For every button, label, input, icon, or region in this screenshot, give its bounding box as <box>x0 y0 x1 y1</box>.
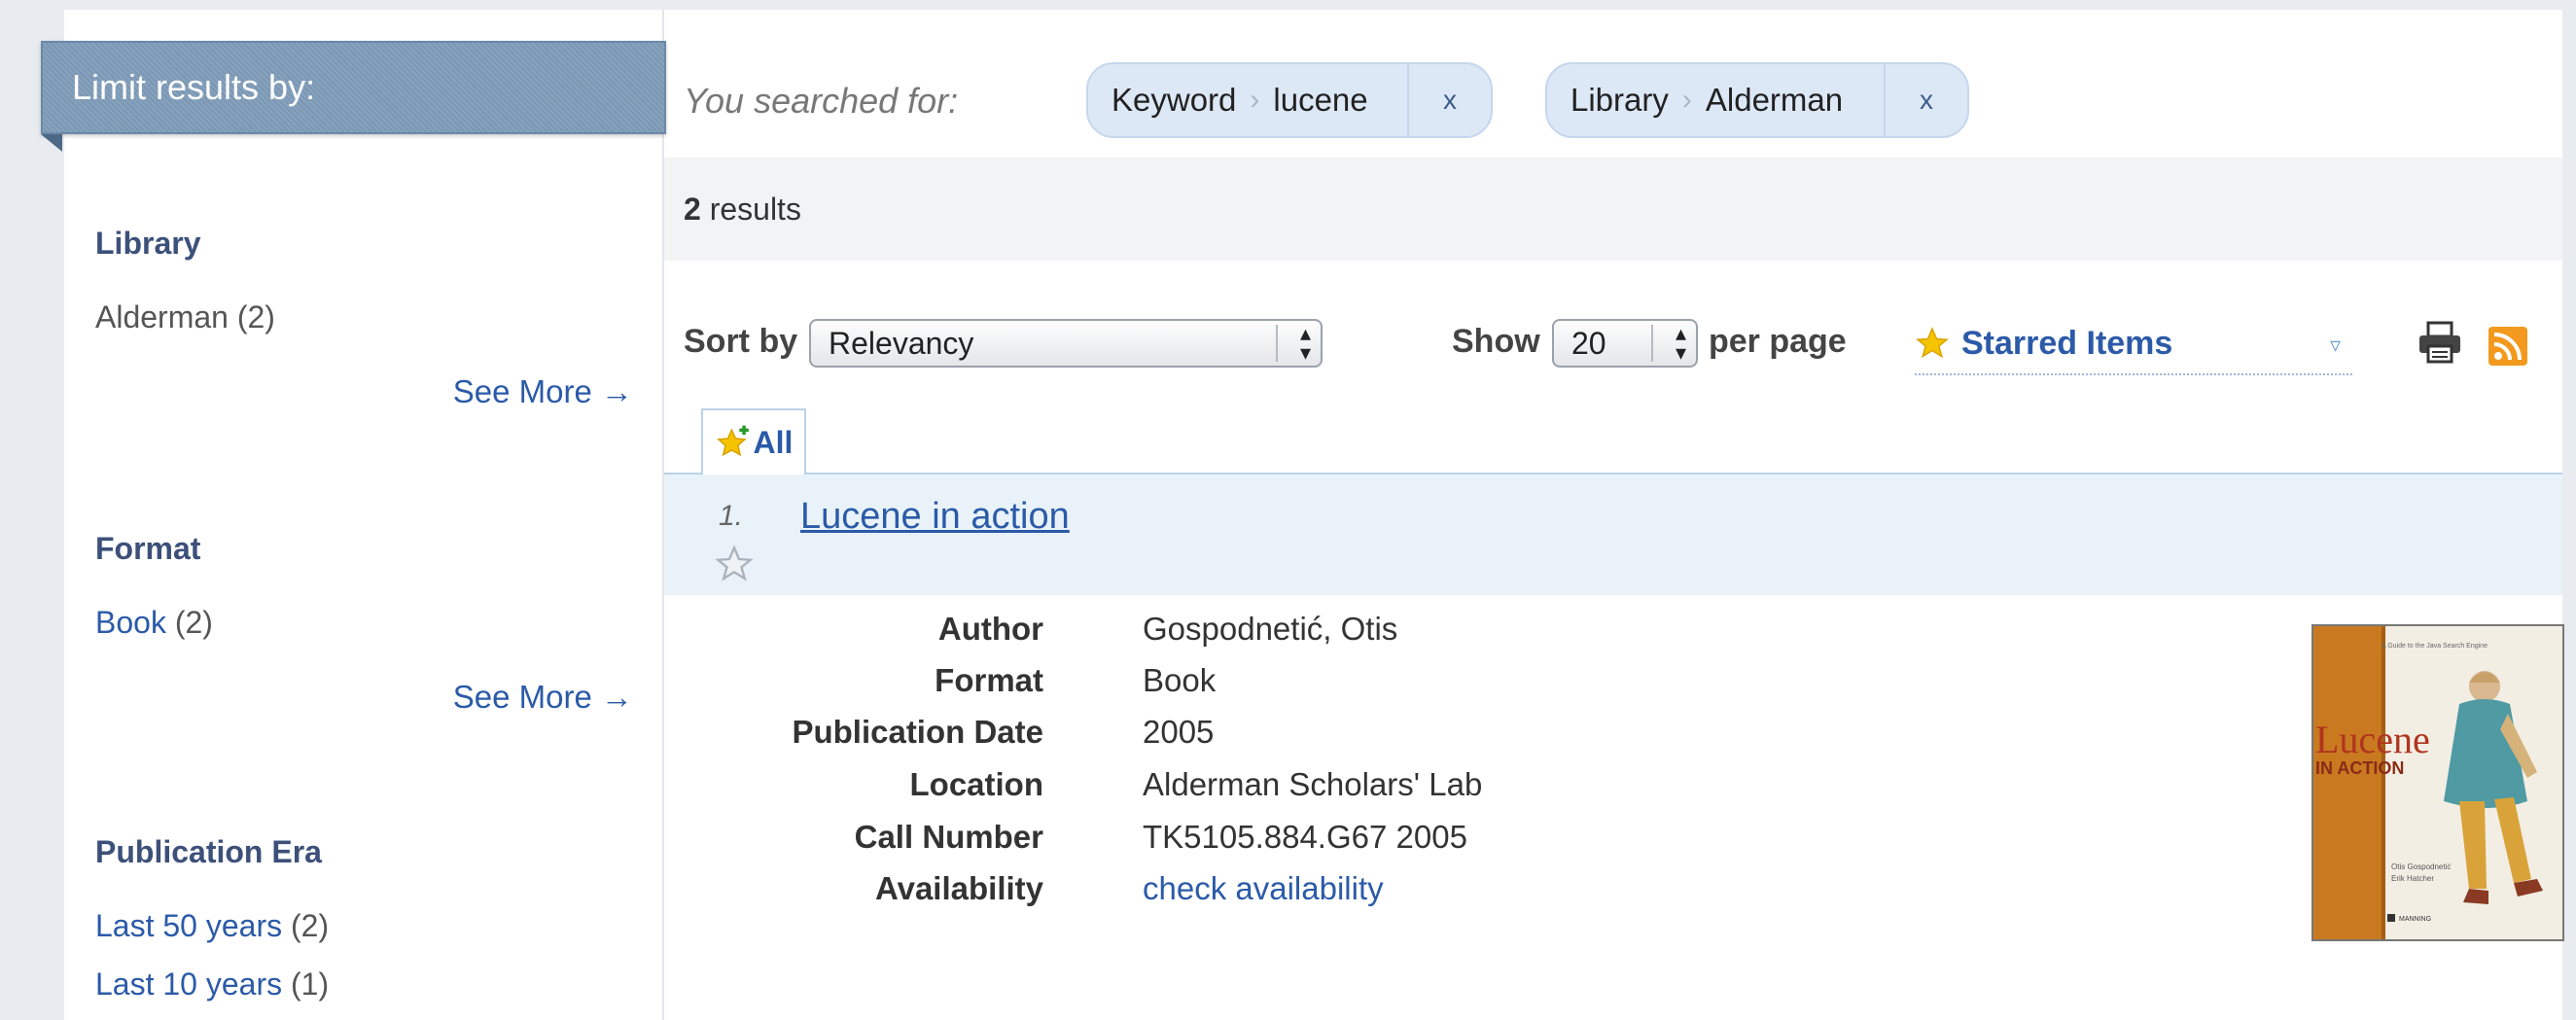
svg-text:Erik Hatcher: Erik Hatcher <box>2391 874 2434 883</box>
see-more-library-link[interactable]: See More → <box>453 373 633 410</box>
book-cover-image[interactable]: A Guide to the Java Search Engine Lucene… <box>2311 624 2564 941</box>
detail-label: Availability <box>874 870 1043 906</box>
result-title-link[interactable]: Lucene in action <box>800 496 1070 538</box>
detail-value: Alderman Scholars' Lab <box>1143 766 1483 802</box>
search-summary: You searched for: Keyword › lucene x Lib… <box>664 49 2562 146</box>
star-icon <box>1916 327 1949 359</box>
per-page-select[interactable]: 20 ▴ ▾ <box>1552 319 1698 368</box>
remove-keyword-button[interactable]: x <box>1407 64 1491 136</box>
chip-value: lucene <box>1273 82 1368 118</box>
rss-icon[interactable] <box>2488 327 2527 370</box>
star-add-icon <box>716 425 749 457</box>
page: Limit results by: Library Alderman (2) S… <box>41 10 2564 1020</box>
limit-results-header: Limit results by: <box>41 41 666 134</box>
detail-label: Publication Date <box>792 714 1043 750</box>
facet-item-count: (1) <box>291 967 330 1002</box>
star-outline-icon[interactable] <box>715 545 754 588</box>
facet-item-label[interactable]: Last 10 years <box>95 967 282 1002</box>
results-count: 2 <box>684 192 701 227</box>
detail-value: Gospodnetić, Otis <box>1143 611 1398 647</box>
check-availability-link[interactable]: check availability <box>1143 870 1384 907</box>
result-number: 1. <box>719 500 744 532</box>
results-count-bar: 2 results <box>664 158 2562 261</box>
svg-text:MANNING: MANNING <box>2399 916 2431 923</box>
chevron-down-icon: ▿ <box>2329 333 2341 357</box>
detail-row: Publication Date 2005 <box>664 714 2123 764</box>
select-arrows-icon: ▴ ▾ <box>1675 321 1686 365</box>
detail-label: Location <box>909 766 1044 802</box>
facet-item-count: (2) <box>174 605 213 640</box>
facet-item-label[interactable]: Last 50 years <box>95 908 282 943</box>
searched-label: You searched for: <box>684 81 959 121</box>
search-chip-library: Library › Alderman x <box>1545 62 1969 138</box>
detail-value: TK5105.884.G67 2005 <box>1143 819 1467 855</box>
detail-label: Call Number <box>854 819 1043 855</box>
result-header: 1. Lucene in action <box>664 475 2562 595</box>
select-arrows-icon: ▴ ▾ <box>1299 321 1311 365</box>
svg-text:Otis Gospodnetić: Otis Gospodnetić <box>2391 862 2451 871</box>
sidebar: Limit results by: Library Alderman (2) S… <box>41 10 666 1020</box>
tab-all[interactable]: All <box>701 408 806 475</box>
detail-value: 2005 <box>1143 714 1215 750</box>
facet-item-last-50-years[interactable]: Last 50 years (2) <box>95 908 329 944</box>
facet-item-label[interactable]: Book <box>95 605 166 640</box>
detail-label: Format <box>935 662 1043 698</box>
cover-subtitle: IN ACTION <box>2315 758 2404 778</box>
facet-title-library: Library <box>95 226 201 261</box>
facet-title-publication-era: Publication Era <box>95 834 322 869</box>
facet-item-alderman[interactable]: Alderman (2) <box>95 299 275 335</box>
facet-item-last-10-years[interactable]: Last 10 years (1) <box>95 967 329 1002</box>
main-content: You searched for: Keyword › lucene x Lib… <box>664 10 2564 1020</box>
detail-row: Author Gospodnetić, Otis <box>664 611 2123 661</box>
facet-title-format: Format <box>95 531 201 566</box>
sort-select-value: Relevancy <box>829 326 974 361</box>
chip-value: Alderman <box>1705 82 1844 118</box>
select-divider <box>1651 325 1653 362</box>
chip-separator: › <box>1250 84 1260 116</box>
sort-select[interactable]: Relevancy ▴ ▾ <box>809 319 1323 368</box>
detail-value: Book <box>1143 662 1217 698</box>
sort-by-label: Sort by <box>684 323 798 360</box>
print-icon[interactable] <box>2417 321 2463 369</box>
tab-all-label: All <box>753 424 794 460</box>
facet-item-label: Alderman <box>95 299 229 334</box>
show-label: Show <box>1452 323 1540 360</box>
svg-text:A Guide to the Java Search Eng: A Guide to the Java Search Engine <box>2382 643 2488 650</box>
per-page-label: per page <box>1709 323 1847 360</box>
remove-library-button[interactable]: x <box>1884 64 1967 136</box>
chip-field: Keyword <box>1112 82 1237 118</box>
select-divider <box>1276 325 1278 362</box>
see-more-format-link[interactable]: See More → <box>453 679 633 716</box>
starred-items-label: Starred Items <box>1961 324 2173 362</box>
detail-row: Location Alderman Scholars' Lab <box>664 766 2123 817</box>
starred-items-dropdown[interactable]: Starred Items ▿ <box>1915 313 2352 375</box>
chip-field: Library <box>1570 82 1669 118</box>
per-page-value: 20 <box>1571 326 1606 361</box>
detail-row: Availability check availability <box>664 870 2123 921</box>
search-chip-keyword: Keyword › lucene x <box>1086 62 1493 138</box>
facet-item-count: (2) <box>236 299 275 334</box>
cover-title: Lucene <box>2315 718 2430 761</box>
detail-row: Format Book <box>664 662 2123 713</box>
chip-separator: › <box>1681 84 1692 116</box>
results-suffix: results <box>700 192 801 227</box>
detail-row: Call Number TK5105.884.G67 2005 <box>664 819 2123 869</box>
facet-item-count: (2) <box>291 908 330 943</box>
sort-controls: Sort by Relevancy ▴ ▾ Show 20 ▴ ▾ per page… <box>664 313 2562 381</box>
header-fold <box>41 134 62 152</box>
detail-label: Author <box>937 611 1043 647</box>
facet-item-book[interactable]: Book (2) <box>95 605 213 641</box>
